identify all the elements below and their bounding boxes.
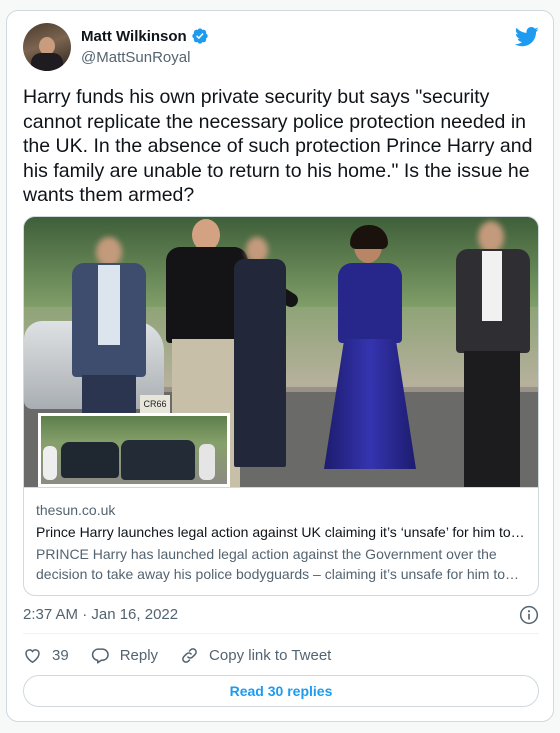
- like-button[interactable]: 39: [23, 646, 69, 665]
- inset-motorcycle-rider: [43, 446, 57, 480]
- reply-label: Reply: [119, 646, 159, 664]
- tweet-card: Matt Wilkinson @MattSunRoyal Harry funds…: [6, 10, 554, 722]
- article-photo[interactable]: CR66: [24, 217, 538, 487]
- tweet-actions: 39 Reply Copy link to Tweet: [23, 643, 539, 667]
- inset-car: [61, 442, 119, 478]
- photo-person-bodyguard-right: [442, 221, 538, 487]
- photo-person-meghan: [314, 225, 434, 487]
- divider: [23, 633, 539, 634]
- read-replies-button[interactable]: Read 30 replies: [23, 675, 539, 707]
- copy-link-label: Copy link to Tweet: [209, 646, 332, 664]
- link-preview-meta[interactable]: thesun.co.uk Prince Harry launches legal…: [24, 487, 538, 595]
- tweet-text: Harry funds his own private security but…: [23, 86, 533, 206]
- tweet-header: Matt Wilkinson @MattSunRoyal: [23, 23, 539, 73]
- avatar-body: [31, 53, 63, 71]
- link-domain: thesun.co.uk: [36, 502, 116, 518]
- tweet-timestamp[interactable]: 2:37 AM · Jan 16, 2022: [23, 606, 178, 623]
- tweet-meta-row: 2:37 AM · Jan 16, 2022: [23, 603, 539, 627]
- link-description: PRINCE Harry has launched legal action a…: [36, 546, 505, 582]
- verified-badge-icon: [192, 28, 208, 44]
- info-icon[interactable]: [519, 605, 539, 625]
- like-count: 39: [52, 646, 69, 664]
- photo-person-bodyguard-middle: [230, 237, 290, 467]
- author-name-row[interactable]: Matt Wilkinson: [81, 27, 209, 45]
- reply-button[interactable]: Reply: [91, 646, 158, 665]
- twitter-bird-icon[interactable]: [515, 27, 539, 47]
- avatar[interactable]: [23, 23, 71, 71]
- article-inset-photo: [38, 413, 230, 487]
- author-handle[interactable]: @MattSunRoyal: [81, 49, 190, 66]
- link-chain-icon: [182, 647, 197, 663]
- inset-car: [121, 440, 195, 480]
- author-display-name[interactable]: Matt Wilkinson: [81, 28, 187, 45]
- link-title[interactable]: Prince Harry launches legal action again…: [36, 522, 528, 542]
- link-preview-card[interactable]: CR66 thesun.co.uk Prince Harry launches …: [23, 216, 539, 596]
- inset-motorcycle-rider: [199, 444, 215, 480]
- heart-icon: [25, 648, 40, 663]
- reply-bubble-icon: [91, 647, 109, 664]
- copy-link-button[interactable]: Copy link to Tweet: [180, 646, 331, 665]
